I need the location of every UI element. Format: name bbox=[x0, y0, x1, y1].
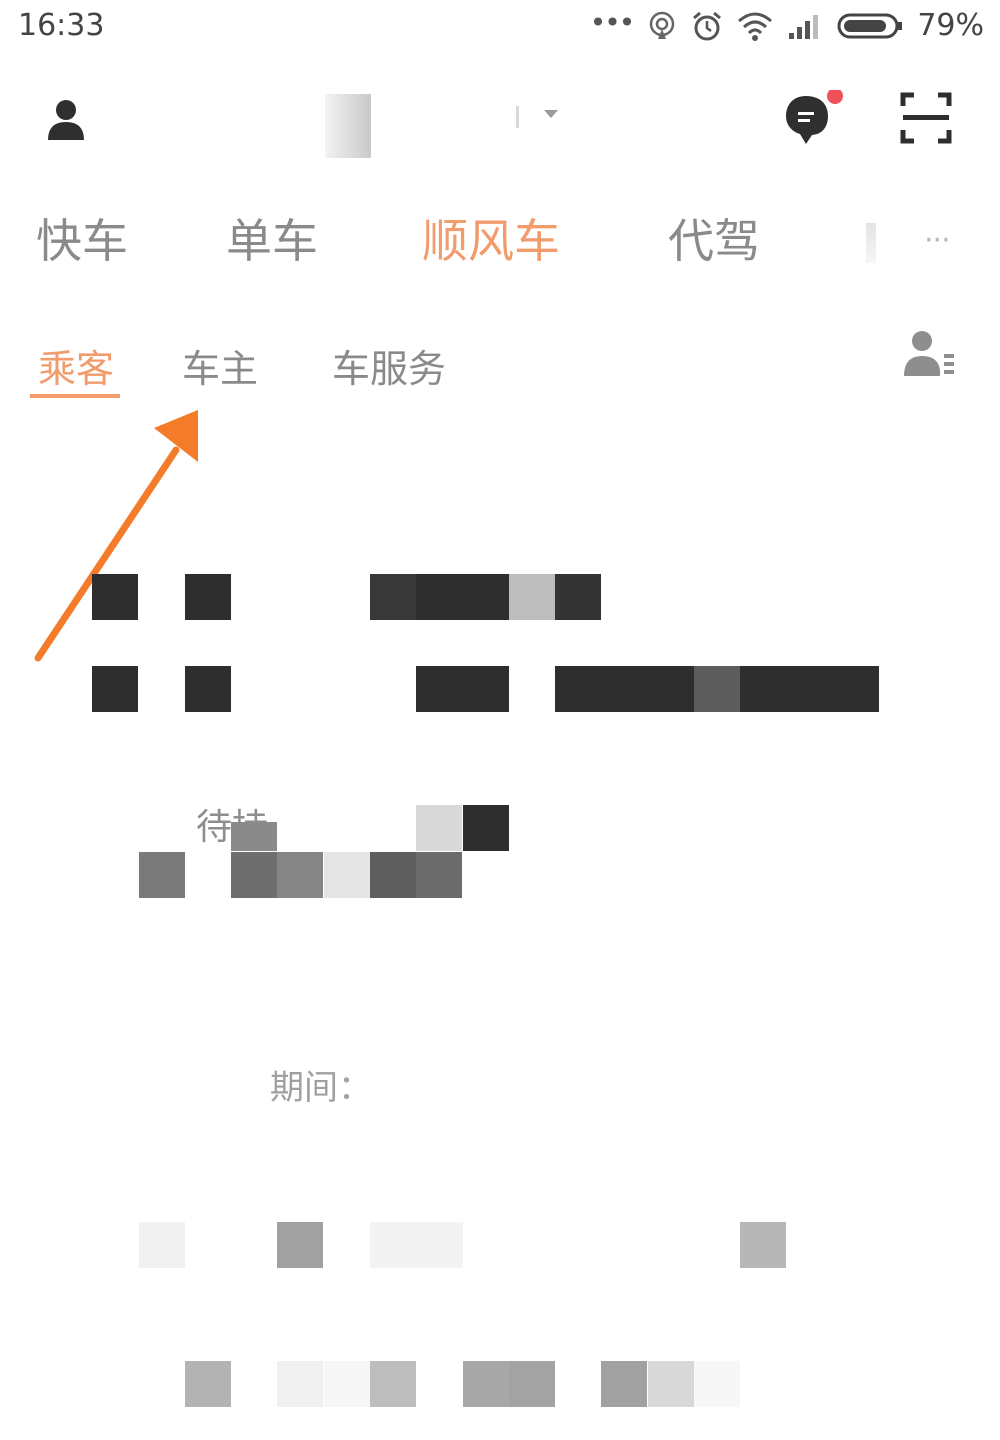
obscured-block bbox=[139, 1222, 185, 1268]
obscured-block bbox=[185, 574, 231, 620]
obscured-block bbox=[601, 1361, 647, 1407]
notification-badge bbox=[827, 90, 843, 104]
obscured-block bbox=[648, 1361, 694, 1407]
obscured-block bbox=[740, 1222, 786, 1268]
obscured-block bbox=[370, 574, 416, 620]
tab-kuaiche[interactable]: 快车 bbox=[36, 205, 128, 271]
obscured-block bbox=[370, 1222, 463, 1268]
obscured-block bbox=[555, 666, 694, 712]
obscured-block bbox=[509, 574, 555, 620]
obscured-content: 待持 期间： bbox=[0, 560, 1000, 1440]
active-tab-underline bbox=[30, 394, 120, 398]
obscured-block bbox=[416, 574, 509, 620]
tab-daijia[interactable]: 代驾 bbox=[668, 205, 760, 271]
battery-icon bbox=[837, 13, 903, 38]
obscured-block bbox=[92, 666, 138, 712]
more-notifications-icon: ••• bbox=[589, 6, 636, 39]
obscured-block bbox=[277, 1361, 323, 1407]
city-selector-obscured[interactable] bbox=[325, 94, 371, 158]
obscured-block bbox=[324, 852, 370, 898]
obscured-block bbox=[277, 852, 323, 898]
obscured-block bbox=[139, 852, 185, 898]
obscured-block bbox=[463, 805, 509, 851]
status-bar: 16:33 ••• 79% bbox=[0, 0, 1000, 56]
obscured-block bbox=[509, 1361, 555, 1407]
obscured-block bbox=[463, 1361, 509, 1407]
obscured-block bbox=[324, 1361, 370, 1407]
wifi-icon bbox=[738, 12, 773, 41]
top-header bbox=[0, 70, 1000, 170]
obscured-block bbox=[555, 574, 601, 620]
obscured-block bbox=[416, 852, 462, 898]
obscured-block bbox=[370, 852, 416, 898]
city-label-fragment bbox=[516, 106, 519, 128]
more-services-icon[interactable]: ··· bbox=[924, 223, 951, 258]
chevron-down-icon[interactable] bbox=[544, 110, 558, 118]
obscured-block bbox=[185, 1361, 231, 1407]
obscured-block bbox=[416, 805, 462, 851]
tab-danche[interactable]: 单车 bbox=[226, 205, 318, 271]
obscured-block bbox=[416, 666, 509, 712]
tab-driver[interactable]: 车主 bbox=[182, 338, 258, 393]
obscured-block bbox=[277, 1222, 323, 1268]
obscured-block bbox=[740, 666, 879, 712]
service-tabs: 快车 单车 顺风车 代驾 ··· bbox=[0, 205, 1000, 285]
alarm-icon bbox=[693, 11, 722, 40]
tab-passenger[interactable]: 乘客 bbox=[38, 338, 114, 393]
status-time: 16:33 bbox=[18, 8, 105, 43]
tab-partial-offscreen[interactable] bbox=[866, 223, 876, 263]
tab-car-service[interactable]: 车服务 bbox=[332, 338, 446, 393]
tab-shunfengche[interactable]: 顺风车 bbox=[422, 205, 560, 271]
obscured-block bbox=[231, 852, 277, 898]
signal-icon bbox=[789, 14, 819, 39]
hotspot-icon bbox=[650, 11, 675, 39]
obscured-block bbox=[231, 822, 277, 851]
battery-percentage: 79% bbox=[917, 8, 984, 43]
sub-tabs: 乘客 车主 车服务 bbox=[0, 338, 1000, 408]
faded-text-fragment: 期间： bbox=[270, 1068, 372, 1108]
user-list-icon[interactable] bbox=[904, 330, 956, 378]
obscured-block bbox=[694, 666, 740, 712]
status-icons: ••• 79% bbox=[589, 6, 984, 43]
obscured-block bbox=[694, 1361, 740, 1407]
obscured-block bbox=[92, 574, 138, 620]
obscured-block bbox=[370, 1361, 416, 1407]
message-icon[interactable] bbox=[784, 90, 844, 150]
scan-icon[interactable] bbox=[900, 92, 952, 144]
obscured-block bbox=[185, 666, 231, 712]
user-icon[interactable] bbox=[44, 98, 88, 142]
